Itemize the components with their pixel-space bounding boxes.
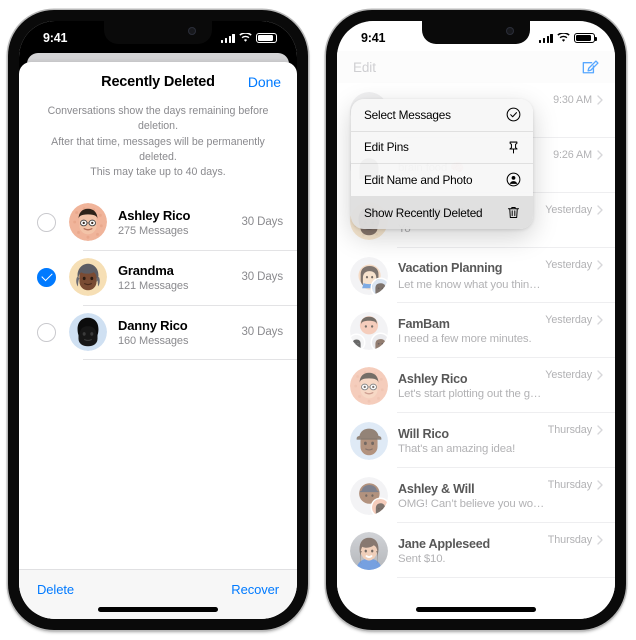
battery-icon xyxy=(574,32,597,44)
wifi-icon xyxy=(239,33,252,43)
iphone-device-right: 9:41 Edit 9:30 AM 9:26 AM Yesterday Vaca… xyxy=(326,10,626,630)
wifi-icon xyxy=(557,33,570,43)
menu-item-select-messages[interactable]: Select Messages xyxy=(351,99,533,132)
row-text: Grandma 121 Messages xyxy=(118,263,242,292)
description-line-2: After that time, messages will be perman… xyxy=(51,135,265,164)
days-remaining: 30 Days xyxy=(241,326,284,339)
status-time: 9:41 xyxy=(361,31,386,45)
recover-button[interactable]: Recover xyxy=(231,582,279,597)
signal-bars-icon xyxy=(538,33,553,44)
home-indicator[interactable] xyxy=(98,607,218,612)
menu-item-label: Edit Name and Photo xyxy=(364,172,473,187)
delete-button[interactable]: Delete xyxy=(37,582,74,597)
iphone-device-left: 9:41 Recently Deleted Done Conversations… xyxy=(8,10,308,630)
table-row[interactable]: Danny Rico 160 Messages 30 Days xyxy=(19,304,297,360)
table-row[interactable]: Grandma 121 Messages 30 Days xyxy=(19,249,297,305)
trash-icon xyxy=(506,205,521,220)
menu-item-edit-name-and-photo[interactable]: Edit Name and Photo xyxy=(351,164,533,197)
description-line-3: This may take up to 40 days. xyxy=(90,166,226,179)
contact-name: Danny Rico xyxy=(118,317,188,333)
front-camera-icon xyxy=(188,27,196,35)
screen-left: 9:41 Recently Deleted Done Conversations… xyxy=(19,21,297,619)
pin-icon xyxy=(506,140,521,155)
home-indicator[interactable] xyxy=(416,607,536,612)
edit-context-menu: Select Messages Edit Pins Edit Name and … xyxy=(351,99,533,229)
device-notch xyxy=(104,21,212,44)
contact-name: Grandma xyxy=(118,262,174,278)
person-circle-icon xyxy=(506,172,521,187)
message-count: 160 Messages xyxy=(118,334,189,347)
days-remaining: 30 Days xyxy=(241,271,284,284)
status-time: 9:41 xyxy=(43,31,68,45)
contact-name: Ashley Rico xyxy=(118,207,191,223)
avatar xyxy=(69,258,107,297)
done-button[interactable]: Done xyxy=(248,74,281,90)
menu-item-label: Edit Pins xyxy=(364,140,409,155)
menu-item-show-recently-deleted[interactable]: Show Recently Deleted xyxy=(351,196,533,229)
avatar xyxy=(69,313,107,352)
device-notch xyxy=(422,21,530,44)
description-line-1: Conversations show the days remaining be… xyxy=(47,105,269,133)
row-text: Ashley Rico 275 Messages xyxy=(118,208,242,237)
signal-bars-icon xyxy=(220,33,235,44)
screen-right: 9:41 Edit 9:30 AM 9:26 AM Yesterday Vaca… xyxy=(337,21,615,619)
row-select-radio[interactable] xyxy=(37,267,56,287)
sheet-description: Conversations show the days remaining be… xyxy=(19,102,297,195)
sheet-navigation-bar: Recently Deleted Done xyxy=(19,62,297,102)
screenshot-stage: 9:41 Recently Deleted Done Conversations… xyxy=(0,0,636,640)
check-circle-icon xyxy=(506,107,521,122)
menu-item-label: Show Recently Deleted xyxy=(364,205,483,220)
menu-item-label: Select Messages xyxy=(364,107,451,122)
front-camera-icon xyxy=(506,27,514,35)
row-select-radio[interactable] xyxy=(37,322,56,342)
page-title: Recently Deleted xyxy=(101,74,215,90)
deleted-conversations-list: Ashley Rico 275 Messages 30 Days Grandma xyxy=(19,195,297,569)
recently-deleted-sheet: Recently Deleted Done Conversations show… xyxy=(19,62,297,619)
days-remaining: 30 Days xyxy=(241,216,284,229)
row-select-radio[interactable] xyxy=(37,212,56,232)
avatar xyxy=(69,203,107,242)
table-row[interactable]: Ashley Rico 275 Messages 30 Days xyxy=(19,195,297,250)
battery-icon xyxy=(256,32,279,44)
message-count: 121 Messages xyxy=(118,279,189,292)
row-text: Danny Rico 160 Messages xyxy=(118,318,242,347)
menu-item-edit-pins[interactable]: Edit Pins xyxy=(351,132,533,164)
message-count: 275 Messages xyxy=(118,224,189,237)
